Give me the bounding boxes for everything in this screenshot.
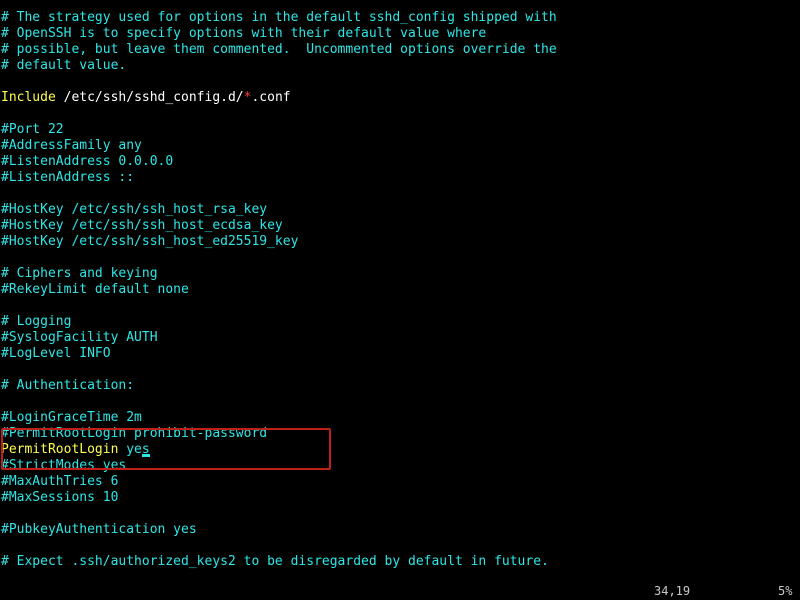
comment-text: #MaxSessions 10	[1, 490, 119, 505]
comment-text: #HostKey /etc/ssh/ssh_host_rsa_key	[1, 202, 268, 217]
comment-text: #AddressFamily any	[1, 138, 142, 153]
directive-path: /etc/ssh/sshd_config.d/	[55, 90, 244, 105]
comment-text: #LogLevel INFO	[1, 346, 111, 361]
editor-line[interactable]: #LogLevel INFO	[1, 346, 800, 362]
editor-line[interactable]: # Authentication:	[1, 378, 800, 394]
editor-line[interactable]: #RekeyLimit default none	[1, 282, 800, 298]
editor-line[interactable]: PermitRootLogin yes	[1, 442, 800, 458]
editor-line[interactable]	[1, 362, 800, 378]
comment-text: #PermitRootLogin prohibit-password	[1, 426, 268, 441]
editor-line[interactable]: # possible, but leave them commented. Un…	[1, 42, 800, 58]
scroll-percent-indicator: 5%	[778, 584, 793, 598]
editor-line[interactable]: #Port 22	[1, 122, 800, 138]
editor-line[interactable]: #MaxAuthTries 6	[1, 474, 800, 490]
editor-line[interactable]: #HostKey /etc/ssh/ssh_host_ecdsa_key	[1, 218, 800, 234]
editor-line[interactable]: #PubkeyAuthentication yes	[1, 522, 800, 538]
editor-line[interactable]	[1, 250, 800, 266]
text-buffer[interactable]: # The strategy used for options in the d…	[1, 10, 800, 570]
directive-extension: .conf	[251, 90, 291, 105]
editor-line[interactable]: #MaxSessions 10	[1, 490, 800, 506]
terminal-screen: # The strategy used for options in the d…	[0, 0, 800, 600]
cursor-position-indicator: 34,19	[654, 584, 691, 598]
comment-text: #ListenAddress ::	[1, 170, 135, 185]
comment-text: # default value.	[1, 58, 127, 73]
editor-line[interactable]: #PermitRootLogin prohibit-password	[1, 426, 800, 442]
comment-text: # Authentication:	[1, 378, 135, 393]
editor-line[interactable]	[1, 506, 800, 522]
editor-line[interactable]: #SyslogFacility AUTH	[1, 330, 800, 346]
comment-text: # Logging	[1, 314, 72, 329]
editor-line[interactable]	[1, 186, 800, 202]
editor-line[interactable]: #AddressFamily any	[1, 138, 800, 154]
editor-line[interactable]: # Logging	[1, 314, 800, 330]
comment-text: # Expect .ssh/authorized_keys2 to be dis…	[1, 554, 549, 569]
comment-text: #HostKey /etc/ssh/ssh_host_ecdsa_key	[1, 218, 283, 233]
text-cursor: s	[141, 442, 150, 457]
editor-line[interactable]	[1, 298, 800, 314]
comment-text: # Ciphers and keying	[1, 266, 158, 281]
editor-line[interactable]: # Ciphers and keying	[1, 266, 800, 282]
comment-text: #MaxAuthTries 6	[1, 474, 119, 489]
comment-text: #RekeyLimit default none	[1, 282, 189, 297]
editor-line[interactable]: Include /etc/ssh/sshd_config.d/*.conf	[1, 90, 800, 106]
editor-line[interactable]: #ListenAddress ::	[1, 170, 800, 186]
comment-text: #PubkeyAuthentication yes	[1, 522, 197, 537]
editor-line[interactable]: # OpenSSH is to specify options with the…	[1, 26, 800, 42]
directive-keyword: PermitRootLogin	[1, 442, 119, 457]
comment-text: #ListenAddress 0.0.0.0	[1, 154, 174, 169]
editor-line[interactable]: # default value.	[1, 58, 800, 74]
directive-keyword: Include	[1, 90, 56, 105]
editor-line[interactable]: #StrictModes yes	[1, 458, 800, 474]
comment-text: #LoginGraceTime 2m	[1, 410, 142, 425]
editor-line[interactable]: #HostKey /etc/ssh/ssh_host_rsa_key	[1, 202, 800, 218]
editor-line[interactable]	[1, 74, 800, 90]
comment-text: #Port 22	[1, 122, 64, 137]
comment-text: # OpenSSH is to specify options with the…	[1, 26, 487, 41]
editor-line[interactable]: #ListenAddress 0.0.0.0	[1, 154, 800, 170]
comment-text: #HostKey /etc/ssh/ssh_host_ed25519_key	[1, 234, 299, 249]
editor-line[interactable]: # The strategy used for options in the d…	[1, 10, 800, 26]
comment-text: # possible, but leave them commented. Un…	[1, 42, 557, 57]
status-bar: 34,19 5%	[0, 582, 800, 600]
editor-line[interactable]	[1, 538, 800, 554]
editor-line[interactable]	[1, 394, 800, 410]
editor-line[interactable]	[1, 106, 800, 122]
editor-line[interactable]: #HostKey /etc/ssh/ssh_host_ed25519_key	[1, 234, 800, 250]
comment-text: #SyslogFacility AUTH	[1, 330, 158, 345]
comment-text: # The strategy used for options in the d…	[1, 10, 557, 25]
editor-line[interactable]: #LoginGraceTime 2m	[1, 410, 800, 426]
comment-text: #StrictModes yes	[1, 458, 127, 473]
editor-line[interactable]: # Expect .ssh/authorized_keys2 to be dis…	[1, 554, 800, 570]
directive-value: ye	[118, 442, 142, 457]
